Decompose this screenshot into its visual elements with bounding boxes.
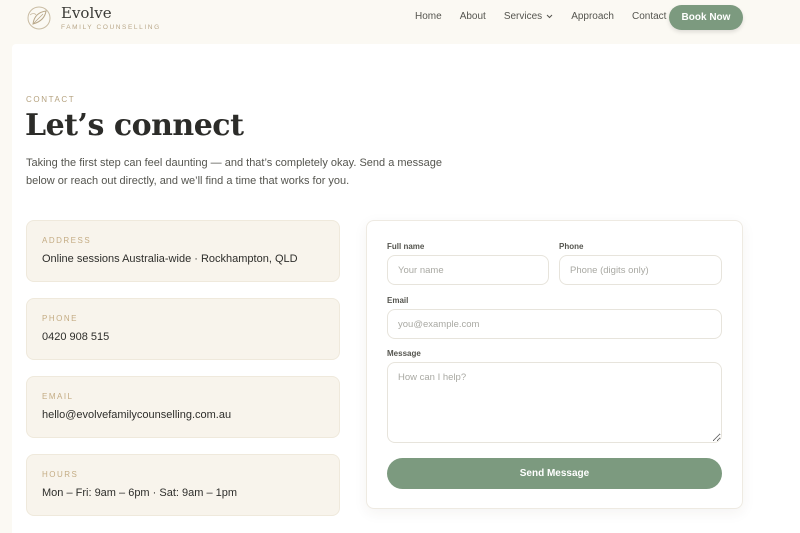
main-nav: Home About Services Approach Contact	[415, 11, 684, 22]
email-value[interactable]: hello@evolvefamilycounselling.com.au	[42, 409, 231, 421]
section-eyebrow: CONTACT	[26, 95, 76, 104]
book-now-button[interactable]: Book Now	[669, 5, 743, 30]
email-field-label: Email	[387, 296, 409, 305]
brand-name: Evolve	[61, 3, 112, 22]
nav-about[interactable]: About	[460, 11, 486, 22]
email-label: EMAIL	[42, 392, 74, 401]
message-label: Message	[387, 349, 421, 358]
phone-label: PHONE	[42, 314, 78, 323]
chevron-down-icon	[546, 14, 553, 19]
phone-field-label: Phone	[559, 242, 584, 251]
address-value: Online sessions Australia-wide · Rockham…	[42, 253, 298, 265]
email-input[interactable]	[387, 309, 722, 339]
nav-services-label: Services	[503, 11, 543, 22]
hours-label: HOURS	[42, 470, 79, 479]
nav-contact[interactable]: Contact	[632, 11, 666, 22]
nav-services[interactable]: Services	[504, 11, 553, 22]
page-title: Let’s connect	[25, 108, 244, 143]
hours-card: HOURS Mon – Fri: 9am – 6pm · Sat: 9am – …	[26, 454, 340, 516]
hours-value: Mon – Fri: 9am – 6pm · Sat: 9am – 1pm	[42, 487, 238, 499]
brand-tagline: FAMILY COUNSELLING	[61, 23, 161, 31]
email-card: EMAIL hello@evolvefamilycounselling.com.…	[26, 376, 340, 438]
contact-form: Full name Phone Email Message Send Messa…	[366, 220, 743, 509]
phone-input[interactable]	[559, 255, 722, 285]
site-header: Evolve FAMILY COUNSELLING Home About Ser…	[0, 0, 800, 40]
address-label: ADDRESS	[42, 236, 92, 245]
brand-text: Evolve FAMILY COUNSELLING	[61, 3, 161, 31]
contact-section: CONTACT Let’s connect Taking the first s…	[12, 44, 800, 533]
full-name-label: Full name	[387, 242, 425, 251]
phone-value[interactable]: 0420 908 515	[42, 331, 109, 343]
address-card: ADDRESS Online sessions Australia-wide ·…	[26, 220, 340, 282]
nav-approach[interactable]: Approach	[571, 11, 614, 22]
leaf-emblem-icon	[27, 6, 51, 30]
full-name-input[interactable]	[387, 255, 549, 285]
intro-text: Taking the first step can feel daunting …	[26, 157, 443, 187]
message-textarea[interactable]	[387, 362, 722, 443]
brand-logo[interactable]: Evolve FAMILY COUNSELLING	[24, 5, 161, 31]
phone-card: PHONE 0420 908 515	[26, 298, 340, 360]
send-message-button[interactable]: Send Message	[387, 458, 722, 489]
nav-home[interactable]: Home	[415, 11, 442, 22]
